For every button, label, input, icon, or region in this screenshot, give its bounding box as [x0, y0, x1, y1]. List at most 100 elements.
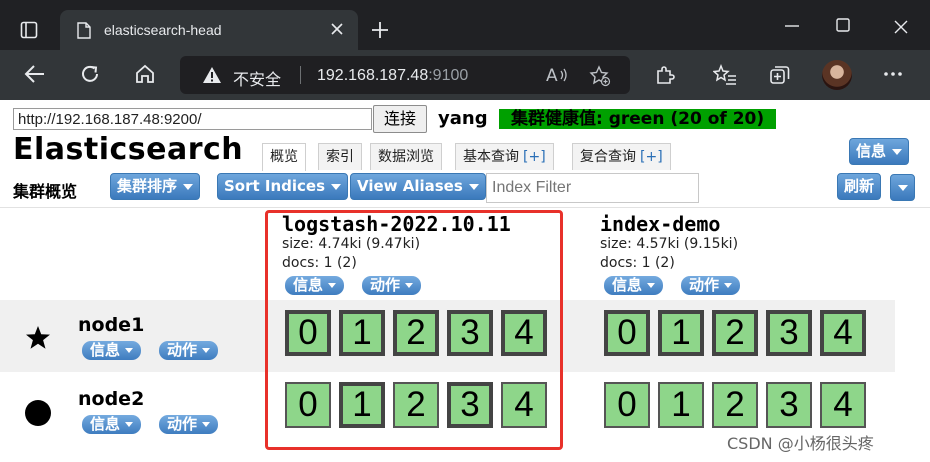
add-basic-query[interactable]: [+]: [523, 149, 546, 165]
annotation-highlight-box: [265, 210, 563, 450]
browser-titlebar: elasticsearch-head: [0, 0, 930, 50]
extensions-icon[interactable]: [654, 64, 676, 86]
tab-label: 复合查询: [580, 149, 636, 165]
button-label: 动作: [689, 276, 720, 294]
shard-replica[interactable]: 1: [658, 382, 704, 428]
read-aloud-icon[interactable]: A: [546, 65, 568, 85]
address-separator: [300, 66, 301, 84]
caret-down-icon: [202, 422, 211, 427]
add-compound-query[interactable]: [+]: [640, 149, 663, 165]
watermark: CSDN @小杨很头疼: [727, 434, 874, 453]
add-favorite-icon[interactable]: [589, 65, 611, 87]
index-filter-input[interactable]: [486, 173, 699, 203]
close-window-icon[interactable]: [894, 20, 908, 34]
node-name: node2: [78, 388, 145, 410]
index-info-button[interactable]: 信息: [604, 276, 664, 295]
url-text[interactable]: 192.168.187.48:9100: [317, 67, 468, 85]
shard-primary[interactable]: 3: [766, 310, 812, 356]
shard-replica[interactable]: 2: [712, 382, 758, 428]
tab-label: 索引: [326, 149, 354, 165]
minimize-icon[interactable]: [785, 24, 799, 28]
new-tab-icon[interactable]: [370, 20, 390, 40]
security-status[interactable]: 不安全: [233, 66, 281, 90]
refresh-options-button[interactable]: [890, 174, 915, 201]
shard-primary[interactable]: 2: [712, 310, 758, 356]
button-label: 动作: [167, 415, 198, 433]
shard-replica[interactable]: 3: [766, 382, 812, 428]
shard-replica[interactable]: 0: [604, 382, 650, 428]
node-name: node1: [78, 314, 145, 336]
node-info-button[interactable]: 信息: [82, 341, 142, 360]
sort-cluster-button[interactable]: 集群排序: [110, 173, 201, 200]
caret-down-icon: [125, 422, 134, 427]
node-action-button[interactable]: 动作: [159, 415, 219, 434]
tab-label: 基本查询: [463, 149, 519, 165]
info-menu-button[interactable]: 信息: [849, 138, 910, 165]
button-label: 信息: [90, 341, 121, 359]
caret-down-icon: [892, 148, 903, 155]
index-name: index-demo: [600, 212, 721, 236]
cluster-health-badge: 集群健康值: green (20 of 20): [499, 109, 777, 129]
master-node-star-icon: [26, 326, 50, 349]
svg-text:A: A: [546, 66, 558, 85]
close-tab-icon[interactable]: [330, 22, 344, 36]
caret-down-icon: [183, 183, 194, 190]
app-title: Elasticsearch: [13, 132, 244, 167]
caret-down-icon: [724, 283, 733, 288]
button-label: 信息: [856, 142, 887, 160]
caret-down-icon: [202, 348, 211, 353]
index-size: size: 4.57ki (9.15ki): [600, 236, 739, 252]
more-options-icon[interactable]: [884, 72, 902, 76]
connect-button[interactable]: 连接: [373, 105, 427, 133]
browser-tab-active[interactable]: elasticsearch-head: [60, 10, 358, 50]
data-node-circle-icon: [25, 400, 51, 426]
index-docs: docs: 1 (2): [600, 255, 675, 271]
cluster-url-input[interactable]: [13, 108, 372, 130]
back-arrow-icon[interactable]: [24, 64, 46, 84]
button-label: View Aliases: [357, 177, 463, 195]
cluster-overview-title: 集群概览: [13, 182, 78, 201]
view-aliases-button[interactable]: View Aliases: [350, 173, 486, 200]
tab-indices[interactable]: 索引: [318, 143, 362, 170]
caret-down-icon: [331, 183, 342, 190]
tab-label: 概览: [270, 149, 298, 165]
button-label: Sort Indices: [224, 177, 326, 195]
index-action-button[interactable]: 动作: [681, 276, 741, 295]
favorites-icon[interactable]: [713, 64, 737, 86]
shard-replica[interactable]: 4: [820, 382, 866, 428]
shard-primary[interactable]: 4: [820, 310, 866, 356]
refresh-icon[interactable]: [79, 63, 101, 85]
tab-browser[interactable]: 数据浏览: [370, 143, 442, 170]
tab-label: 数据浏览: [378, 149, 434, 165]
url-port: :9100: [428, 67, 469, 84]
button-label: 信息: [612, 276, 643, 294]
shard-primary[interactable]: 1: [658, 310, 704, 356]
caret-down-icon: [897, 184, 908, 191]
tab-compound-query[interactable]: 复合查询 [+]: [572, 143, 671, 170]
divider: [0, 207, 930, 208]
node-action-button[interactable]: 动作: [159, 341, 219, 360]
browser-toolbar: 不安全 192.168.187.48:9100 A: [0, 50, 930, 100]
address-bar[interactable]: 不安全 192.168.187.48:9100 A: [180, 56, 630, 94]
cluster-name: yang: [438, 108, 488, 129]
profile-avatar[interactable]: [822, 60, 852, 90]
tab-title: elasticsearch-head: [104, 22, 222, 38]
tab-overview[interactable]: 概览: [262, 143, 306, 171]
tab-actions-icon[interactable]: [20, 21, 38, 39]
warning-icon[interactable]: [202, 66, 222, 84]
home-icon[interactable]: [134, 63, 156, 85]
node-info-button[interactable]: 信息: [82, 415, 142, 434]
refresh-button[interactable]: 刷新: [837, 173, 882, 200]
sort-indices-button[interactable]: Sort Indices: [217, 173, 349, 200]
button-label: 动作: [167, 341, 198, 359]
button-label: 集群排序: [117, 177, 178, 195]
caret-down-icon: [647, 283, 656, 288]
url-host: 192.168.187.48: [317, 67, 429, 84]
collections-icon[interactable]: [769, 64, 791, 86]
page-icon: [77, 22, 91, 39]
maximize-icon[interactable]: [836, 18, 850, 32]
button-label: 信息: [90, 415, 121, 433]
tab-basic-query[interactable]: 基本查询 [+]: [455, 143, 554, 170]
caret-down-icon: [468, 183, 479, 190]
shard-primary[interactable]: 0: [604, 310, 650, 356]
